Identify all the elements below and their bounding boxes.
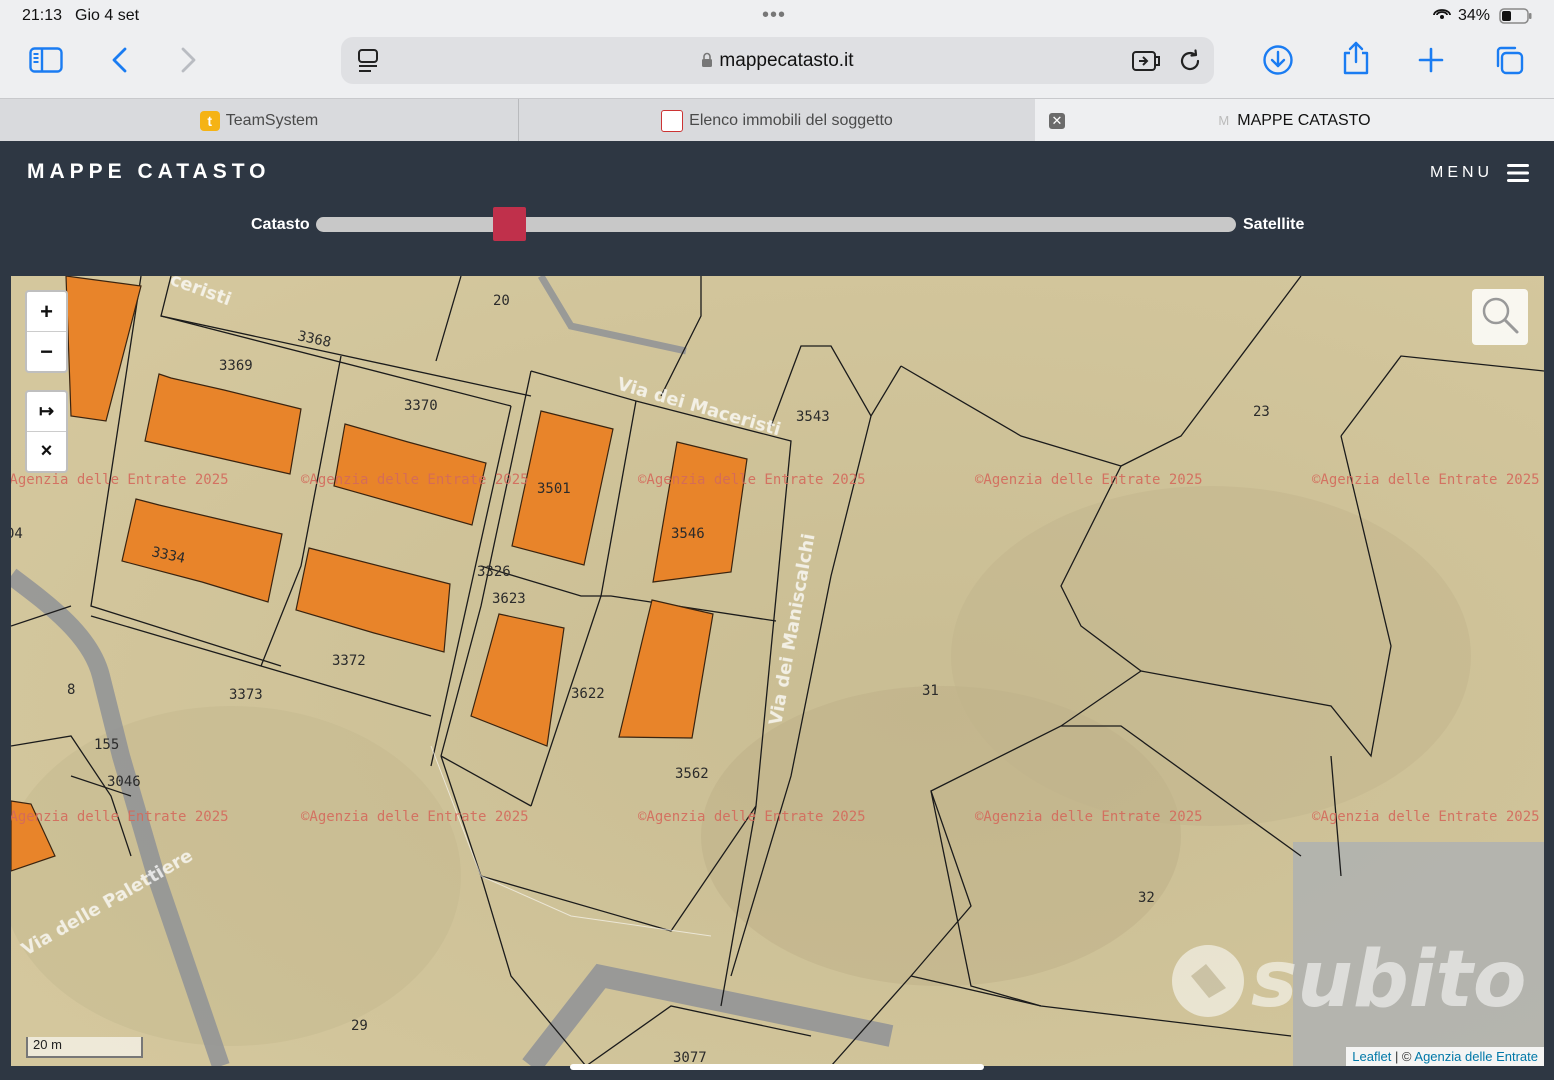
map-canvas[interactable]: ©Agenzia delle Entrate 2025 ©Agenzia del… — [11, 276, 1544, 1066]
svg-text:3369: 3369 — [219, 358, 253, 374]
zoom-control: + − — [25, 290, 68, 373]
map-scale: 20 m — [26, 1037, 143, 1058]
svg-text:3622: 3622 — [571, 686, 605, 702]
tab-mappe-catasto[interactable]: ✕ M MAPPE CATASTO — [1035, 99, 1554, 142]
search-icon — [1480, 295, 1520, 340]
agenzia-link[interactable]: Agenzia delle Entrate — [1414, 1049, 1538, 1064]
download-icon[interactable] — [1258, 40, 1298, 80]
teamsystem-favicon: t — [199, 110, 220, 131]
hamburger-icon[interactable] — [1507, 163, 1529, 188]
svg-text:3326: 3326 — [477, 564, 511, 580]
extensions-icon[interactable] — [1131, 48, 1161, 79]
attribution-separator: | © — [1391, 1049, 1415, 1064]
site-title[interactable]: MAPPE CATASTO — [27, 160, 271, 184]
tab-label: MAPPE CATASTO — [1237, 111, 1371, 129]
slider-right-label: Satellite — [1243, 216, 1305, 233]
cadastral-map: ©Agenzia delle Entrate 2025 ©Agenzia del… — [11, 276, 1544, 1066]
map-attribution: Leaflet | © Agenzia delle Entrate — [1346, 1047, 1544, 1066]
vegetation-area — [11, 706, 461, 1046]
clear-measure-button[interactable]: × — [27, 432, 66, 471]
svg-text:3370: 3370 — [404, 398, 438, 414]
back-icon[interactable] — [100, 40, 140, 80]
sidebar-icon[interactable] — [26, 40, 66, 80]
watermark-text: ©Agenzia delle Entrate 2025 — [975, 809, 1203, 825]
menu-label[interactable]: MENU — [1430, 164, 1493, 182]
svg-text:20: 20 — [493, 293, 510, 309]
reload-icon[interactable] — [1177, 48, 1203, 79]
home-indicator — [570, 1064, 984, 1070]
svg-text:3373: 3373 — [229, 687, 263, 703]
status-date: Gio 4 set — [75, 7, 140, 24]
multitask-dots-icon[interactable]: ••• — [762, 4, 786, 27]
svg-text:8: 8 — [67, 682, 75, 698]
battery-icon — [1499, 8, 1533, 29]
svg-text:04: 04 — [11, 526, 23, 542]
svg-text:32: 32 — [1138, 890, 1155, 906]
url-text[interactable]: mappecatasto.it — [719, 50, 853, 71]
measure-control: ↦ × — [25, 390, 68, 473]
svg-text:3623: 3623 — [492, 591, 526, 607]
watermark-text: ©Agenzia delle Entrate 2025 — [638, 809, 866, 825]
svg-text:29: 29 — [351, 1018, 368, 1034]
svg-text:23: 23 — [1253, 404, 1270, 420]
zoom-out-button[interactable]: − — [27, 332, 66, 371]
watermark-text: ©Agenzia delle Entrate 2025 — [1312, 809, 1540, 825]
status-bar: 21:13 Gio 4 set ••• 34% — [0, 0, 1554, 32]
m-favicon: M — [1218, 113, 1230, 128]
battery-percent: 34% — [1458, 7, 1491, 24]
watermark-text: ©Agenzia delle Entrate 2025 — [11, 472, 229, 488]
tab-teamsystem[interactable]: t TeamSystem — [0, 99, 518, 142]
share-icon[interactable] — [1336, 38, 1376, 78]
svg-text:3546: 3546 — [671, 526, 705, 542]
hotspot-icon — [1432, 8, 1452, 22]
lock-icon — [701, 52, 713, 74]
svg-text:subito: subito — [1251, 935, 1526, 1025]
address-bar[interactable]: mappecatasto.it — [341, 37, 1214, 84]
watermark-text: ©Agenzia delle Entrate 2025 — [11, 809, 229, 825]
svg-text:3501: 3501 — [537, 481, 571, 497]
svg-text:3046: 3046 — [107, 774, 141, 790]
agenzia-favicon — [661, 109, 684, 132]
watermark-text: ©Agenzia delle Entrate 2025 — [638, 472, 866, 488]
zoom-in-button[interactable]: + — [27, 292, 66, 332]
watermark-text: ©Agenzia delle Entrate 2025 — [975, 472, 1203, 488]
watermark-text: ©Agenzia delle Entrate 2025 — [301, 472, 529, 488]
tab-label: Elenco immobili del soggetto — [689, 111, 893, 129]
tab-elenco-immobili[interactable]: Elenco immobili del soggetto — [519, 99, 1035, 142]
tab-bar: t TeamSystem Elenco immobili del soggett… — [0, 98, 1554, 142]
svg-text:3372: 3372 — [332, 653, 366, 669]
vegetation-area — [951, 486, 1471, 826]
watermark-text: ©Agenzia delle Entrate 2025 — [1312, 472, 1540, 488]
tab-label: TeamSystem — [225, 111, 319, 129]
opacity-slider-thumb[interactable] — [493, 207, 526, 241]
measure-button[interactable]: ↦ — [27, 392, 66, 432]
opacity-slider-track[interactable] — [316, 217, 1236, 232]
svg-text:3562: 3562 — [675, 766, 709, 782]
svg-text:3543: 3543 — [796, 409, 830, 425]
map-search-button[interactable] — [1472, 289, 1528, 345]
status-time: 21:13 — [22, 7, 63, 24]
tabs-overview-icon[interactable] — [1489, 40, 1529, 80]
new-tab-icon[interactable] — [1411, 40, 1451, 80]
svg-text:31: 31 — [922, 683, 939, 699]
slider-left-label: Catasto — [251, 216, 310, 233]
svg-text:155: 155 — [94, 737, 119, 753]
watermark-text: ©Agenzia delle Entrate 2025 — [301, 809, 529, 825]
leaflet-link[interactable]: Leaflet — [1352, 1049, 1391, 1064]
forward-icon[interactable] — [168, 40, 208, 80]
